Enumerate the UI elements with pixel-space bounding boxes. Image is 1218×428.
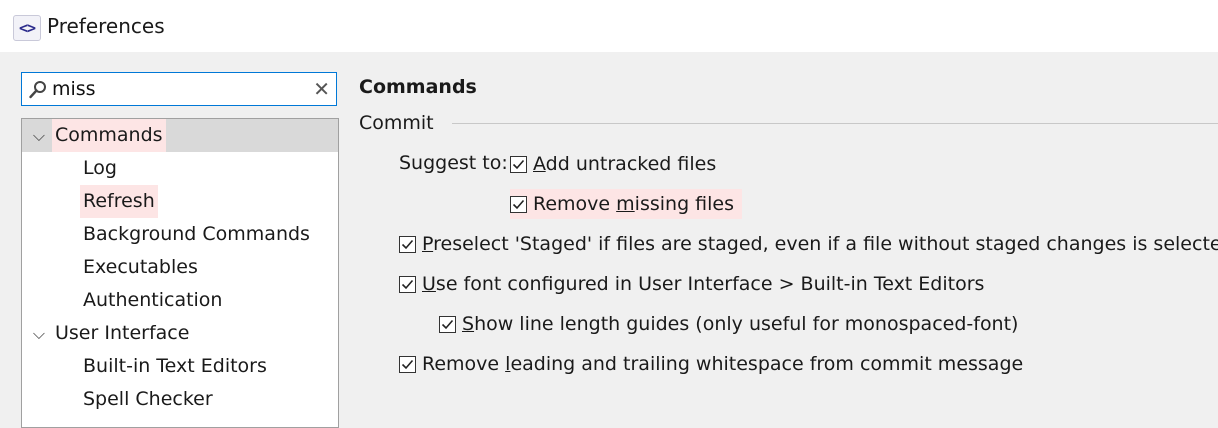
remove-whitespace-checkbox[interactable]: Remove leading and trailing whitespace f… [399, 349, 1023, 379]
chevron-down-icon[interactable]: ⌵ [30, 119, 48, 152]
tree-item-label: User Interface [55, 322, 190, 344]
tree-item-label: Spell Checker [83, 388, 213, 410]
preferences-tree: ⌵ Commands Log Refresh Background Comman… [21, 118, 339, 428]
checkbox-icon[interactable] [399, 355, 416, 373]
checkbox-icon[interactable] [439, 315, 456, 333]
use-font-checkbox[interactable]: Use font configured in User Interface > … [399, 269, 984, 299]
option-label: Add untracked files [533, 153, 716, 175]
suggest-label: Suggest to: [399, 152, 508, 174]
group-divider [452, 123, 1218, 124]
option-text: eading and trailing whitespace from comm… [510, 353, 1024, 375]
option-label: Preselect 'Staged' if files are staged, … [422, 233, 1218, 255]
option-label: Remove missing files [533, 193, 734, 215]
option-label: Use font configured in User Interface > … [422, 273, 984, 295]
add-untracked-checkbox[interactable]: Add untracked files [510, 149, 716, 179]
tree-item-label: Log [83, 157, 117, 179]
mnemonic: A [533, 153, 546, 175]
tree-item-label: Background Commands [83, 223, 310, 245]
tree-item-label: Refresh [80, 185, 158, 218]
option-text: how line length guides (only useful for … [474, 313, 1019, 335]
title-bar: <> Preferences [0, 0, 1218, 52]
remove-missing-checkbox[interactable]: Remove missing files [510, 189, 743, 219]
search-icon [29, 81, 46, 99]
window-title: Preferences [47, 14, 165, 38]
option-label: Show line length guides (only useful for… [462, 313, 1018, 335]
search-box[interactable]: ✕ [21, 72, 337, 106]
code-brackets-icon: <> [13, 15, 41, 41]
option-text: reselect 'Staged' if files are staged, e… [433, 233, 1218, 255]
option-text: dd untracked files [545, 153, 717, 175]
clear-search-icon[interactable]: ✕ [313, 79, 330, 99]
line-length-guides-checkbox[interactable]: Show line length guides (only useful for… [439, 309, 1018, 339]
checkbox-icon[interactable] [510, 195, 527, 213]
option-text: se font configured in User Interface > B… [435, 273, 985, 295]
option-text-prefix: Remove [422, 353, 506, 375]
mnemonic: P [422, 233, 434, 255]
mnemonic: S [462, 313, 475, 335]
search-input[interactable] [52, 77, 302, 101]
option-text: issing files [634, 193, 735, 215]
mnemonic: m [616, 193, 635, 215]
preselect-staged-checkbox[interactable]: Preselect 'Staged' if files are staged, … [399, 229, 1218, 259]
page-title: Commands [359, 76, 477, 98]
tree-item-label: Executables [83, 256, 198, 278]
chevron-down-icon[interactable]: ⌵ [30, 317, 48, 350]
tree-item-label: Authentication [83, 289, 223, 311]
mnemonic: U [422, 273, 436, 295]
tree-item-label: Built-in Text Editors [83, 355, 267, 377]
checkbox-icon[interactable] [510, 155, 527, 173]
option-label: Remove leading and trailing whitespace f… [422, 353, 1023, 375]
checkbox-icon[interactable] [399, 235, 416, 253]
checkbox-icon[interactable] [399, 275, 416, 293]
tree-item-commands[interactable]: ⌵ Commands [22, 119, 338, 152]
group-label-commit: Commit [359, 112, 434, 134]
option-text-prefix: Remove [533, 193, 617, 215]
tree-item-label: Commands [52, 119, 166, 152]
